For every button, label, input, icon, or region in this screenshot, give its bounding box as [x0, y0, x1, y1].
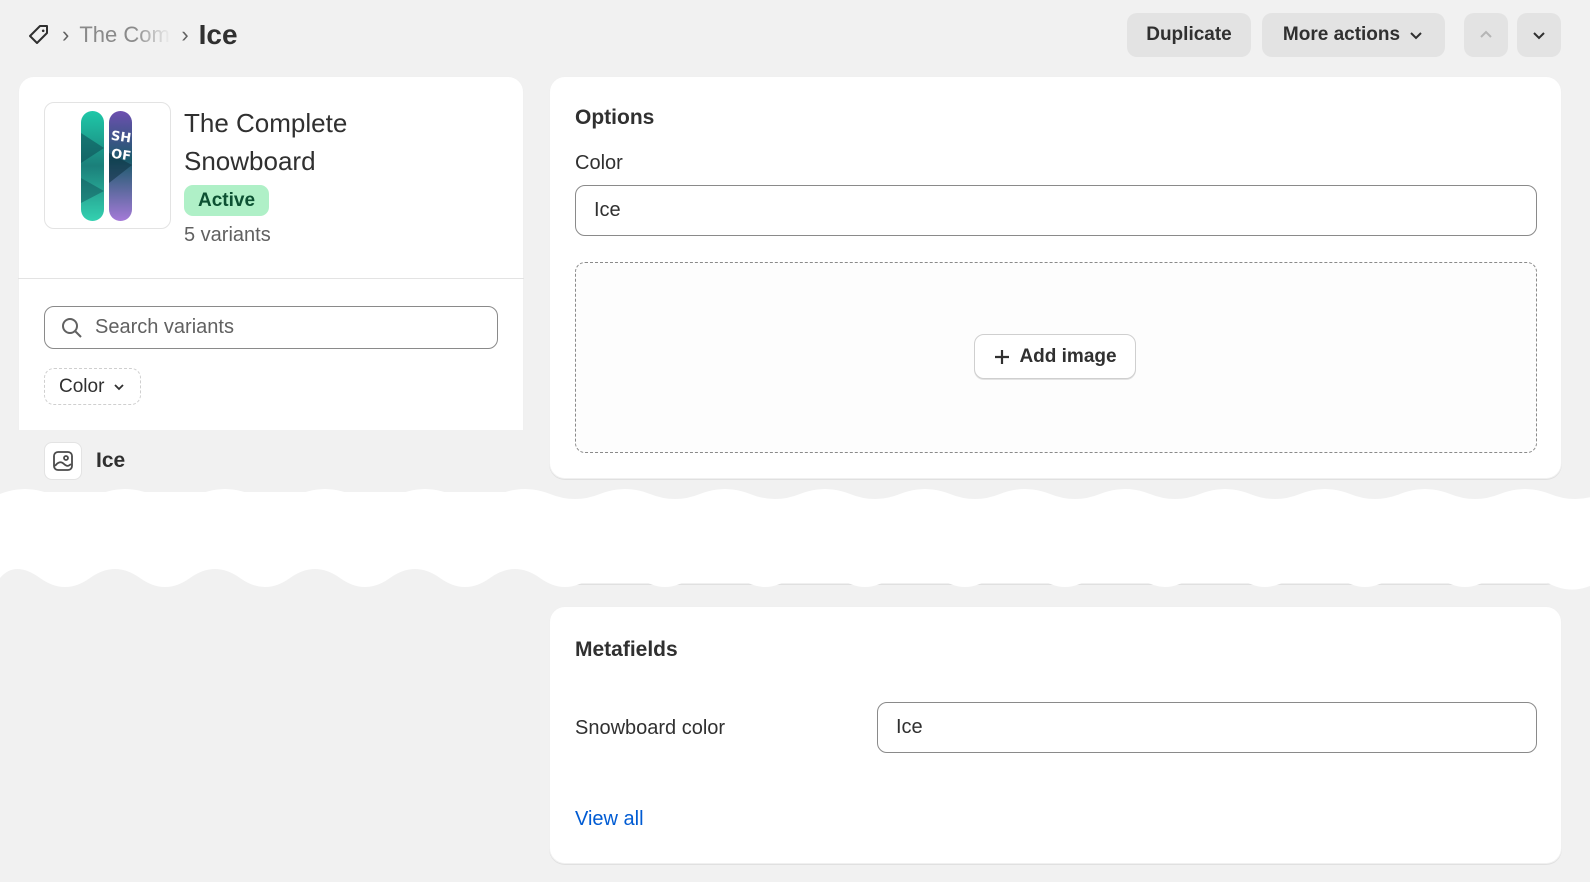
color-field-label: Color — [575, 152, 623, 174]
search-variants-input[interactable]: Search variants — [95, 316, 234, 339]
chevron-down-icon — [114, 383, 125, 390]
breadcrumb-separator: › — [62, 22, 70, 47]
plus-icon — [995, 349, 1010, 364]
variant-count: 5 variants — [184, 224, 271, 246]
variant-list-item[interactable]: Ice — [18, 430, 524, 492]
previous-variant-button[interactable] — [1464, 13, 1508, 57]
chevron-down-icon — [1533, 32, 1545, 40]
duplicate-button[interactable]: Duplicate — [1127, 13, 1251, 57]
product-title[interactable]: The Complete Snowboard — [184, 104, 424, 180]
metafields-card: Metafields Snowboard color Ice View all — [549, 606, 1562, 864]
variant-label: Ice — [96, 449, 126, 472]
page-header: › The Complete Snowboard › Ice Duplicate… — [0, 0, 1590, 72]
add-image-label: Add image — [1019, 345, 1117, 367]
snowboard-image: SH OF — [81, 111, 132, 221]
breadcrumb-parent-link[interactable]: The Complete Snowboard — [79, 22, 171, 48]
breadcrumb-separator: › — [181, 22, 189, 47]
search-icon — [62, 317, 82, 338]
product-variants-card: SH OF The Complete Snowboard Active 5 va… — [18, 76, 524, 516]
status-badge: Active — [184, 185, 270, 216]
metafields-heading: Metafields — [575, 638, 678, 661]
view-all-link[interactable]: View all — [575, 808, 644, 831]
color-filter-button[interactable]: Color — [44, 368, 142, 405]
metafield-label: Snowboard color — [575, 717, 726, 739]
page-title: Ice — [198, 19, 238, 50]
svg-text:OF: OF — [110, 147, 132, 165]
svg-text:SH: SH — [110, 129, 132, 147]
snowboard-color-input[interactable]: Ice — [877, 702, 1537, 753]
color-filter-label: Color — [59, 375, 105, 397]
chevron-up-icon — [1480, 30, 1492, 38]
options-heading: Options — [575, 106, 655, 129]
screenshot-cut-separator — [0, 489, 1590, 590]
breadcrumb: › The Complete Snowboard › Ice — [26, 16, 238, 54]
next-variant-button[interactable] — [1517, 13, 1561, 57]
divider — [18, 278, 524, 279]
image-placeholder-icon — [44, 442, 82, 480]
options-card: Options Color Ice Add image — [549, 76, 1562, 479]
more-actions-label: More actions — [1282, 24, 1401, 45]
color-option-input[interactable]: Ice — [575, 185, 1537, 236]
tag-icon[interactable] — [26, 22, 52, 48]
image-dropzone[interactable]: Add image — [575, 262, 1537, 453]
search-variants-field[interactable]: Search variants — [44, 306, 498, 349]
product-thumbnail[interactable]: SH OF — [44, 102, 171, 229]
chevron-down-icon — [1410, 32, 1422, 40]
more-actions-button[interactable]: More actions — [1262, 13, 1445, 57]
add-image-button[interactable]: Add image — [974, 334, 1136, 379]
